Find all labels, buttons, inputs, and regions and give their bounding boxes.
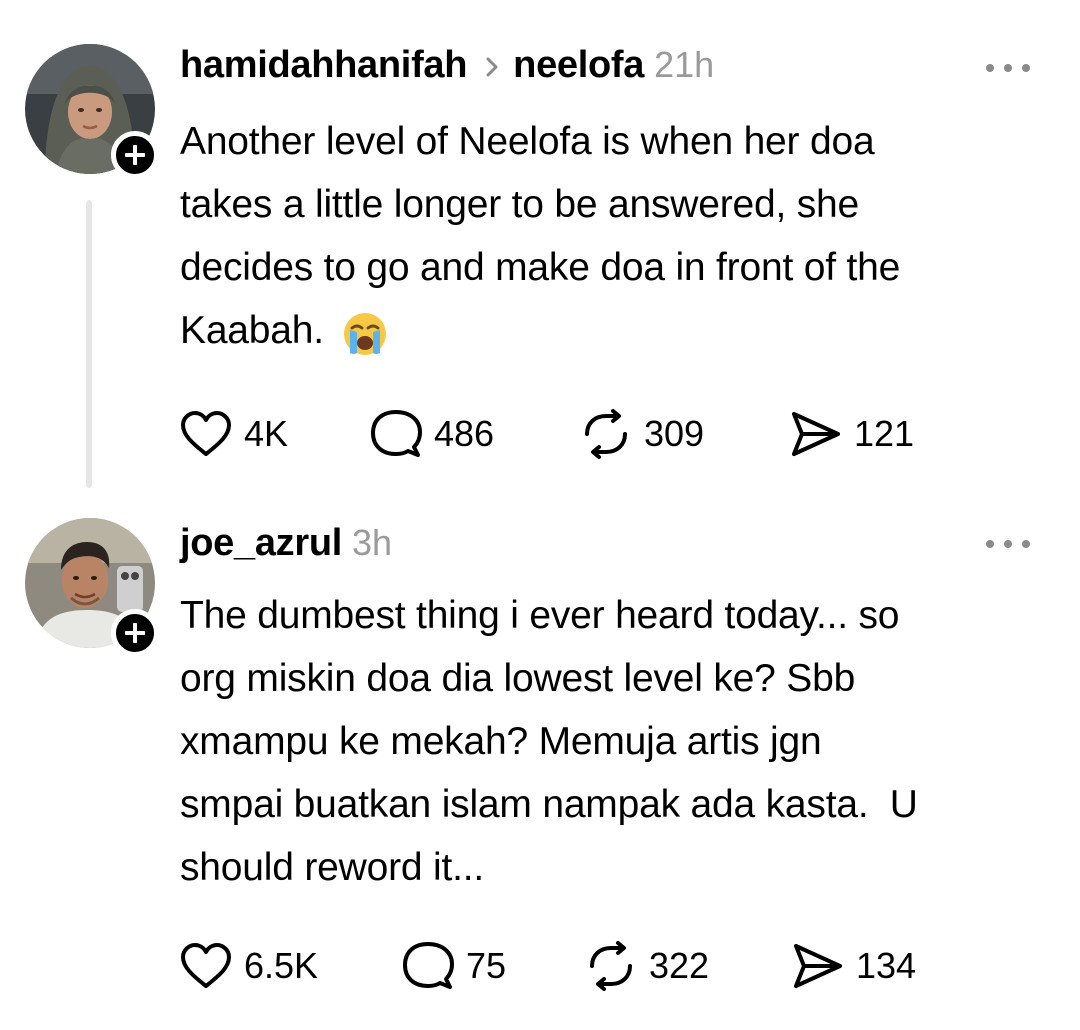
comment-icon (403, 942, 454, 989)
post-text-content: Another level of Neelofa is when her doa… (180, 120, 901, 352)
repost-icon (590, 941, 632, 991)
post-header: joe_azrul 3h (180, 522, 392, 572)
share-button[interactable]: 121 (790, 404, 914, 464)
reply-to-username[interactable]: neelofa (513, 44, 644, 87)
share-button[interactable]: 134 (792, 936, 916, 996)
timestamp: 21h (654, 44, 715, 85)
thread-post: joe_azrul 3h The dumbest thing i ever he… (0, 500, 1080, 1030)
timestamp: 3h (352, 522, 393, 563)
share-count: 134 (856, 945, 917, 986)
repost-button[interactable]: 322 (585, 936, 709, 996)
repost-count: 309 (644, 413, 705, 454)
post-header: hamidahhanifah neelofa 21h (180, 44, 714, 94)
repost-icon (585, 409, 627, 459)
like-button[interactable]: 6.5K (180, 936, 318, 996)
share-count: 121 (854, 413, 915, 454)
reply-button[interactable]: 75 (402, 936, 506, 996)
follow-button[interactable] (111, 609, 159, 657)
reply-button[interactable]: 486 (370, 404, 494, 464)
action-bar: 4K 486 309 121 (180, 404, 960, 464)
crying-face-emoji-icon (343, 312, 386, 355)
chevron-right-icon (485, 56, 499, 83)
thread-post: hamidahhanifah neelofa 21h Another level… (0, 0, 1080, 500)
thread-connector-line (86, 200, 92, 488)
send-icon (794, 944, 842, 988)
threads-feed: hamidahhanifah neelofa 21h Another level… (0, 0, 1080, 1030)
username[interactable]: joe_azrul (180, 522, 342, 565)
reply-count: 486 (434, 413, 495, 454)
plus-icon (125, 145, 145, 165)
repost-count: 322 (649, 945, 710, 986)
comment-icon (371, 410, 422, 457)
repost-button[interactable]: 309 (580, 404, 704, 464)
post-text: Another level of Neelofa is when her doa… (180, 110, 1040, 362)
send-icon (792, 412, 840, 456)
more-options-icon[interactable] (986, 58, 1030, 78)
like-count: 4K (244, 413, 289, 454)
plus-icon (125, 623, 145, 643)
action-bar: 6.5K 75 322 134 (180, 936, 960, 996)
follow-button[interactable] (111, 131, 159, 179)
username[interactable]: hamidahhanifah (180, 44, 467, 87)
like-count: 6.5K (244, 945, 319, 986)
reply-count: 75 (466, 945, 507, 986)
heart-icon (181, 943, 231, 988)
post-text: The dumbest thing i ever heard today... … (180, 594, 918, 889)
like-button[interactable]: 4K (180, 404, 288, 464)
heart-icon (181, 411, 231, 456)
more-options-icon[interactable] (986, 534, 1030, 554)
